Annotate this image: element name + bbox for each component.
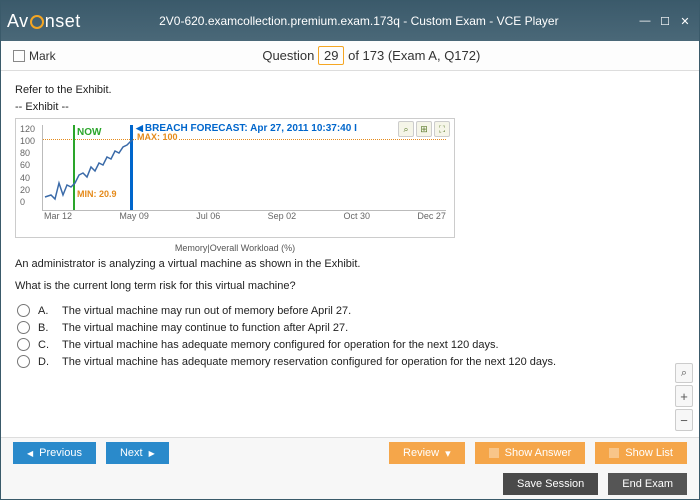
x-tick: Jul 06 bbox=[196, 211, 220, 221]
y-tick: 120 bbox=[20, 125, 35, 134]
footer-bar: Previous Next Review ▾ Show Answer Show L… bbox=[1, 437, 699, 499]
title-bar: Avnset 2V0-620.examcollection.premium.ex… bbox=[1, 1, 699, 41]
option-c[interactable]: C. The virtual machine has adequate memor… bbox=[15, 336, 685, 353]
mark-checkbox-area[interactable]: Mark bbox=[13, 49, 56, 63]
footer-row-1: Previous Next Review ▾ Show Answer Show L… bbox=[1, 438, 699, 469]
refer-text: Refer to the Exhibit. bbox=[15, 84, 685, 96]
app-logo: Avnset bbox=[7, 11, 81, 32]
option-c-radio[interactable] bbox=[17, 338, 30, 351]
option-letter: B. bbox=[38, 322, 54, 334]
show-answer-label: Show Answer bbox=[505, 447, 572, 459]
x-tick: Sep 02 bbox=[268, 211, 297, 221]
option-a-text: The virtual machine may run out of memor… bbox=[62, 305, 351, 317]
mark-checkbox[interactable] bbox=[13, 50, 25, 62]
show-answer-button[interactable]: Show Answer bbox=[475, 442, 586, 464]
option-b[interactable]: B. The virtual machine may continue to fu… bbox=[15, 319, 685, 336]
square-icon bbox=[609, 448, 619, 458]
square-icon bbox=[489, 448, 499, 458]
minimize-button[interactable]: — bbox=[637, 14, 653, 28]
chart-x-axis: Mar 12 May 09 Jul 06 Sep 02 Oct 30 Dec 2… bbox=[44, 211, 446, 221]
question-bar: Mark Question 29 of 173 (Exam A, Q172) bbox=[1, 41, 699, 71]
option-d[interactable]: D. The virtual machine has adequate memor… bbox=[15, 353, 685, 370]
chart-caption: Memory|Overall Workload (%) bbox=[15, 243, 455, 253]
x-tick: Oct 30 bbox=[344, 211, 371, 221]
app-window: Avnset 2V0-620.examcollection.premium.ex… bbox=[0, 0, 700, 500]
zoom-in-button[interactable]: + bbox=[675, 385, 693, 407]
question-number: 29 bbox=[318, 46, 344, 65]
logo-text-2: nset bbox=[45, 11, 81, 32]
previous-button[interactable]: Previous bbox=[13, 442, 96, 464]
show-list-button[interactable]: Show List bbox=[595, 442, 687, 464]
chart-exhibit: BREACH FORECAST: Apr 27, 2011 10:37:40 I… bbox=[15, 118, 455, 238]
option-b-text: The virtual machine may continue to func… bbox=[62, 322, 348, 334]
option-letter: C. bbox=[38, 339, 54, 351]
question-word: Question bbox=[262, 48, 314, 63]
chart-plot-area: MAX: 100 NOW MIN: 20.9 bbox=[42, 125, 446, 211]
y-tick: 80 bbox=[20, 149, 35, 158]
admin-analysis-text: An administrator is analyzing a virtual … bbox=[15, 258, 685, 270]
option-b-radio[interactable] bbox=[17, 321, 30, 334]
option-d-text: The virtual machine has adequate memory … bbox=[62, 356, 556, 368]
mark-label: Mark bbox=[29, 49, 56, 63]
window-controls: — ☐ ✕ bbox=[637, 14, 693, 28]
question-of-text: of 173 (Exam A, Q172) bbox=[348, 48, 480, 63]
end-exam-button[interactable]: End Exam bbox=[608, 473, 687, 495]
y-tick: 40 bbox=[20, 174, 35, 183]
x-tick: Mar 12 bbox=[44, 211, 72, 221]
y-tick: 60 bbox=[20, 161, 35, 170]
option-a-radio[interactable] bbox=[17, 304, 30, 317]
option-letter: A. bbox=[38, 305, 54, 317]
chart-y-axis: 120 100 80 60 40 20 0 bbox=[20, 125, 35, 207]
question-text: What is the current long term risk for t… bbox=[15, 280, 685, 292]
logo-ring-icon bbox=[30, 15, 44, 29]
option-letter: D. bbox=[38, 356, 54, 368]
answer-options: A. The virtual machine may run out of mem… bbox=[15, 302, 685, 370]
logo-text-1: Av bbox=[7, 11, 29, 32]
content-area: Refer to the Exhibit. -- Exhibit -- BREA… bbox=[1, 71, 699, 437]
option-c-text: The virtual machine has adequate memory … bbox=[62, 339, 499, 351]
zoom-out-button[interactable]: − bbox=[675, 409, 693, 431]
x-tick: May 09 bbox=[119, 211, 149, 221]
magnifier-icon[interactable]: ⌕ bbox=[675, 363, 693, 383]
exhibit-label: -- Exhibit -- bbox=[15, 101, 685, 113]
y-tick: 0 bbox=[20, 198, 35, 207]
window-title: 2V0-620.examcollection.premium.exam.173q… bbox=[81, 14, 637, 28]
review-button[interactable]: Review ▾ bbox=[389, 442, 465, 464]
close-button[interactable]: ✕ bbox=[677, 14, 693, 28]
maximize-button[interactable]: ☐ bbox=[657, 14, 673, 28]
side-zoom-controls: ⌕ + − bbox=[675, 363, 693, 431]
question-indicator: Question 29 of 173 (Exam A, Q172) bbox=[56, 46, 687, 65]
option-d-radio[interactable] bbox=[17, 355, 30, 368]
footer-row-2: Save Session End Exam bbox=[1, 469, 699, 500]
chevron-down-icon: ▾ bbox=[445, 447, 451, 460]
option-a[interactable]: A. The virtual machine may run out of mem… bbox=[15, 302, 685, 319]
y-tick: 100 bbox=[20, 137, 35, 146]
x-tick: Dec 27 bbox=[417, 211, 446, 221]
save-session-button[interactable]: Save Session bbox=[503, 473, 598, 495]
review-label: Review bbox=[403, 447, 439, 459]
show-list-label: Show List bbox=[625, 447, 673, 459]
chart-line bbox=[43, 125, 443, 211]
y-tick: 20 bbox=[20, 186, 35, 195]
next-button[interactable]: Next bbox=[106, 442, 169, 464]
